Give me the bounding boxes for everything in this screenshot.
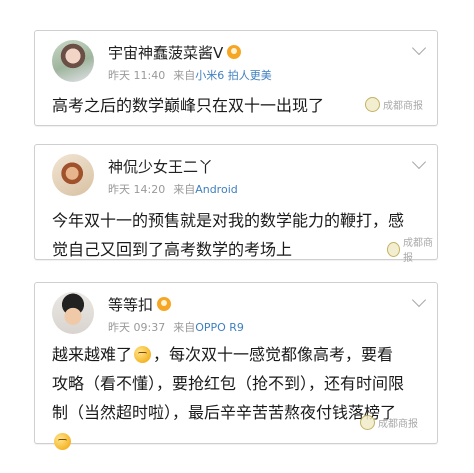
post-source: 来自Android — [173, 181, 238, 197]
source-device-link[interactable]: OPPO R9 — [195, 321, 244, 334]
vip-badge-icon — [227, 45, 242, 59]
post-meta: 昨天 09:37 来自OPPO R9 — [108, 319, 244, 335]
source-prefix: 来自 — [173, 321, 196, 334]
username[interactable]: 神侃少女王二丫 — [108, 156, 213, 177]
watermark: 成都商报 — [365, 97, 423, 112]
user-avatar[interactable] — [52, 292, 94, 334]
user-avatar[interactable] — [52, 154, 94, 196]
post-text: 高考之后的数学巅峰只在双十一出现了 — [52, 91, 409, 120]
watermark: 成都商报 — [360, 415, 418, 430]
watermark-text: 成都商报 — [403, 238, 434, 264]
vip-badge-icon — [157, 297, 172, 311]
source-prefix: 来自 — [173, 69, 196, 82]
weibo-post-card: 宇宙神蠢菠菜酱V 昨天 11:40 来自小米6 拍人更美 高考之后的数学巅峰只在… — [34, 30, 438, 126]
source-device-link[interactable]: 小米6 拍人更美 — [195, 69, 272, 82]
newspaper-logo-icon — [365, 97, 380, 112]
source-device-link[interactable]: Android — [195, 183, 238, 196]
newspaper-logo-icon — [360, 415, 375, 430]
watermark-text: 成都商报 — [383, 101, 423, 112]
weibo-post-card: 神侃少女王二丫 昨天 14:20 来自Android 今年双十一的预售就是对我的… — [34, 144, 438, 264]
post-body: 今年双十一的预售就是对我的数学能力的鞭打，感觉自己又回到了高考数学的考场上 — [52, 211, 405, 259]
chevron-down-icon[interactable] — [411, 154, 427, 170]
watermark-text: 成都商报 — [378, 419, 418, 430]
watermark: 成都商报 — [387, 234, 437, 264]
post-text: 今年双十一的预售就是对我的数学能力的鞭打，感觉自己又回到了高考数学的考场上 — [52, 206, 409, 264]
username[interactable]: 宇宙神蠢菠菜酱V — [108, 42, 223, 63]
chevron-down-icon[interactable] — [411, 40, 427, 56]
post-meta: 昨天 14:20 来自Android — [108, 181, 238, 197]
post-time: 昨天 14:20 — [108, 183, 166, 196]
chevron-down-icon[interactable] — [411, 292, 427, 308]
weibo-post-card: 等等扣 昨天 09:37 来自OPPO R9 越来越难了 ，每次双十一感觉都像高考… — [34, 282, 438, 450]
name-row: 宇宙神蠢菠菜酱V — [108, 42, 242, 63]
name-row: 神侃少女王二丫 — [108, 156, 213, 176]
post-time: 昨天 11:40 — [108, 69, 166, 82]
post-body: 高考之后的数学巅峰只在双十一出现了 — [52, 96, 325, 115]
name-row: 等等扣 — [108, 294, 172, 315]
username[interactable]: 等等扣 — [108, 294, 153, 315]
post-source: 来自OPPO R9 — [173, 319, 244, 335]
newspaper-logo-icon — [387, 241, 401, 257]
user-avatar[interactable] — [52, 40, 94, 82]
smile-emoji-icon — [54, 433, 71, 450]
source-prefix: 来自 — [173, 183, 196, 196]
post-text: 越来越难了 ，每次双十一感觉都像高考，要看攻略（看不懂），要抢红包（抢不到），还有… — [52, 340, 409, 456]
post-body-part1: 越来越难了 — [52, 345, 133, 364]
post-source: 来自小米6 拍人更美 — [173, 67, 272, 83]
post-time: 昨天 09:37 — [108, 321, 166, 334]
smile-emoji-icon — [134, 346, 152, 363]
post-meta: 昨天 11:40 来自小米6 拍人更美 — [108, 67, 272, 83]
